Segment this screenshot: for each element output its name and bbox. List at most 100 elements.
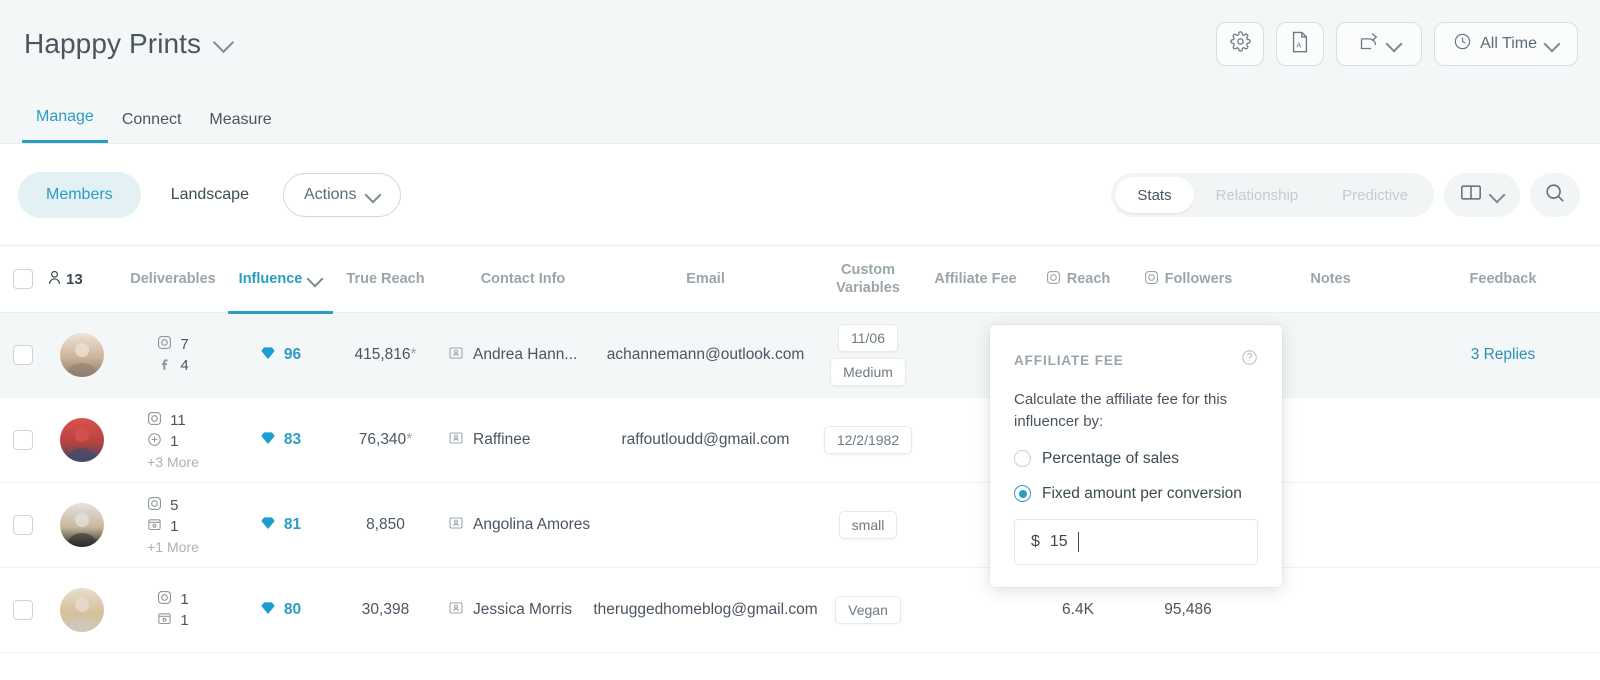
segment-relationship[interactable]: Relationship [1194, 177, 1321, 213]
avatar[interactable] [60, 588, 104, 632]
settings-button[interactable] [1216, 22, 1265, 66]
custom-variable-tag[interactable]: 12/2/1982 [823, 426, 913, 454]
custom-variable-tag[interactable]: Vegan [835, 596, 901, 624]
pdf-file-icon: A [1290, 31, 1310, 58]
help-circle-icon[interactable] [1241, 349, 1258, 371]
column-header-affiliate-fee[interactable]: Affiliate Fee [923, 245, 1028, 313]
custom-variables-cell: small [813, 483, 923, 568]
column-header-email[interactable]: Email [598, 245, 813, 313]
column-header-true-reach[interactable]: True Reach [333, 245, 438, 313]
chevron-down-icon[interactable] [1545, 37, 1559, 51]
diamond-icon [260, 430, 276, 451]
search-icon [1544, 182, 1566, 209]
person-icon [46, 269, 63, 290]
column-header-feedback[interactable]: Feedback [1413, 245, 1593, 313]
table-row[interactable]: 5 1 +1 More 81 8,850 Angolina Amores small [0, 483, 1600, 568]
select-all-checkbox[interactable] [13, 269, 33, 289]
affiliate-fee-input[interactable]: $ 15 [1014, 518, 1258, 565]
custom-variable-tag[interactable]: 11/06 [837, 324, 898, 352]
chevron-down-icon[interactable] [215, 34, 235, 54]
actions-button[interactable]: Actions [282, 173, 402, 217]
table-row[interactable]: 11 1 +3 More 83 76,340 * Raffinee raffoutloudd@… [0, 398, 1600, 483]
row-checkbox[interactable] [13, 430, 33, 450]
tab-measure[interactable]: Measure [195, 111, 285, 143]
time-range-label: All Time [1480, 35, 1537, 52]
avatar[interactable] [60, 333, 104, 377]
diamond-icon [260, 600, 276, 621]
tab-landscape[interactable]: Landscape [153, 186, 267, 204]
column-header-followers[interactable]: Followers [1128, 245, 1248, 313]
avatar[interactable] [60, 418, 104, 462]
custom-variable-tag[interactable]: Medium [830, 358, 906, 386]
share-icon [1358, 31, 1379, 57]
influence-score: 81 [283, 516, 302, 533]
radio-fixed-label: Fixed amount per conversion [1042, 484, 1242, 502]
contact-info-cell[interactable]: Andrea Hann... [438, 313, 598, 398]
column-header-reach[interactable]: Reach [1028, 245, 1128, 313]
table-row[interactable]: 1 1 80 30,398 Jessica Morris theruggedhomeblo… [0, 568, 1600, 653]
feedback-replies-link[interactable]: 3 Replies [1471, 346, 1536, 364]
deliverable-count: 5 [170, 496, 179, 514]
true-reach-value: 8,850 [366, 516, 405, 533]
column-header-contact-info[interactable]: Contact Info [438, 245, 598, 313]
popover-description: Calculate the affiliate fee for this inf… [1014, 391, 1228, 430]
row-checkbox[interactable] [13, 345, 33, 365]
email-cell[interactable] [598, 483, 813, 568]
avatar[interactable] [60, 503, 104, 547]
table-row[interactable]: 7 4 96 415,816 * Andrea Hann... achannemann@ou… [0, 313, 1600, 398]
members-table: 13 Deliverables Influence True Reach Con… [0, 245, 1600, 653]
email-cell[interactable]: achannemann@outlook.com [598, 313, 813, 398]
contact-card-icon [448, 430, 464, 451]
chevron-down-icon[interactable] [308, 272, 322, 286]
chevron-down-icon[interactable] [1490, 188, 1504, 202]
segment-predictive[interactable]: Predictive [1320, 177, 1430, 213]
page-header: Happpy Prints A All Time [0, 0, 1600, 88]
radio-fixed-amount[interactable]: Fixed amount per conversion [1014, 485, 1258, 503]
column-header-notes[interactable]: Notes [1248, 245, 1413, 313]
custom-variables-line1: Custom [841, 261, 895, 278]
radio-percentage-of-sales[interactable]: Percentage of sales [1014, 450, 1258, 468]
instagram-icon [157, 590, 172, 609]
deliverable-count: 11 [170, 411, 186, 429]
chevron-down-icon[interactable] [366, 188, 380, 202]
custom-variable-tag[interactable]: small [838, 511, 898, 539]
deliverables-more[interactable]: +1 More [147, 539, 199, 555]
contact-info-cell[interactable]: Angolina Amores [438, 483, 598, 568]
contact-info-cell[interactable]: Jessica Morris [438, 568, 598, 653]
deliverables-cell: 74 [118, 313, 228, 398]
search-button[interactable] [1530, 173, 1580, 217]
share-button[interactable] [1336, 22, 1423, 66]
avatar-cell [46, 483, 118, 568]
contact-info-cell[interactable]: Raffinee [438, 398, 598, 483]
column-header-followers-label: Followers [1164, 271, 1233, 287]
column-header-influence[interactable]: Influence [228, 245, 333, 314]
email-cell[interactable]: raffoutloudd@gmail.com [598, 398, 813, 483]
column-header-deliverables[interactable]: Deliverables [118, 245, 228, 313]
avatar-cell [46, 398, 118, 483]
column-header-custom-variables[interactable]: Custom Variables [813, 245, 923, 313]
currency-symbol: $ [1031, 532, 1040, 550]
deliverable-count: 1 [170, 517, 179, 535]
row-checkbox[interactable] [13, 515, 33, 535]
segment-stats[interactable]: Stats [1115, 177, 1194, 213]
tab-connect[interactable]: Connect [108, 111, 196, 143]
toolbar-right-controls: Stats Relationship Predictive [1111, 173, 1580, 217]
radio-button-selected[interactable] [1014, 485, 1031, 502]
row-checkbox-cell [0, 568, 46, 653]
brand-selector[interactable]: Happpy Prints [24, 28, 235, 60]
export-pdf-button[interactable]: A [1276, 22, 1325, 66]
custom-variables-cell: 12/2/1982 [813, 398, 923, 483]
deliverables-more[interactable]: +3 More [147, 454, 199, 470]
row-checkbox-cell [0, 398, 46, 483]
tab-manage[interactable]: Manage [22, 108, 108, 143]
feedback-cell [1413, 398, 1593, 483]
story-icon [157, 611, 172, 630]
true-reach-cell: 415,816 * [333, 313, 438, 398]
tab-members[interactable]: Members [18, 172, 141, 218]
email-cell[interactable]: theruggedhomeblog@gmail.com [593, 568, 817, 653]
row-checkbox[interactable] [13, 600, 33, 620]
chevron-down-icon[interactable] [1387, 37, 1401, 51]
column-settings-button[interactable] [1444, 173, 1520, 217]
time-range-selector[interactable]: All Time [1434, 22, 1578, 66]
radio-button[interactable] [1014, 450, 1031, 467]
